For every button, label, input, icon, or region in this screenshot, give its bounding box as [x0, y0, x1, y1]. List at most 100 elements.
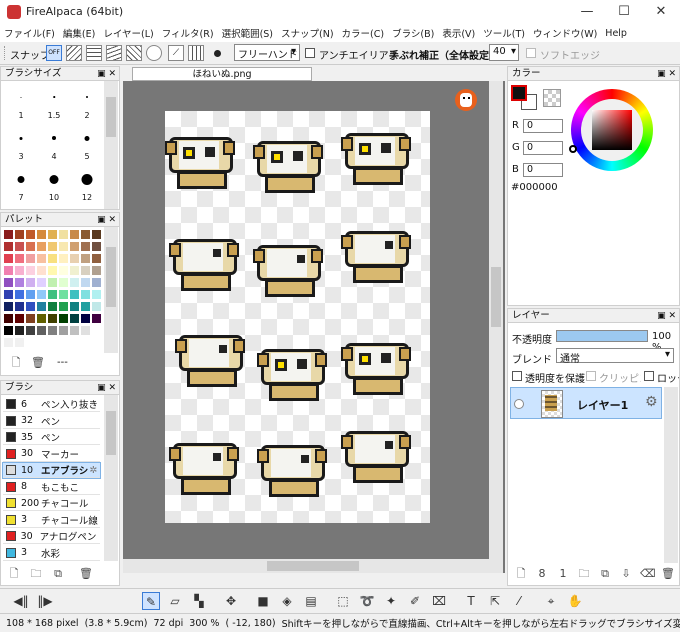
palette-swatch[interactable]	[70, 230, 79, 239]
document-tab[interactable]: ほねいぬ.png	[132, 67, 312, 81]
brush-size-cell[interactable]: 7	[5, 165, 37, 205]
brush-size-cell[interactable]: 1.5	[38, 83, 70, 123]
palette-swatch[interactable]	[92, 230, 101, 239]
menu-item[interactable]: ツール(T)	[479, 26, 529, 40]
palette-swatch[interactable]	[81, 254, 90, 263]
brush-item[interactable]: 8 もこもこ	[3, 480, 100, 495]
palette-swatch[interactable]	[15, 266, 24, 275]
brush-item[interactable]: 35 ペン	[3, 430, 100, 445]
menu-item[interactable]: Help	[601, 28, 631, 39]
panel-float-close-icon[interactable]: ▣ ✕	[97, 213, 116, 227]
mode-dropdown[interactable]: フリーハンド ▾	[234, 44, 300, 61]
menu-item[interactable]: 表示(V)	[438, 26, 479, 40]
palette-swatch[interactable]	[70, 278, 79, 287]
blend-dropdown[interactable]: 通常 ▾	[556, 348, 674, 365]
palette-swatch[interactable]	[48, 278, 57, 287]
palette-swatch[interactable]	[81, 314, 90, 323]
palette-swatch[interactable]	[15, 230, 24, 239]
b-input[interactable]: 0	[523, 163, 563, 177]
palette-swatch[interactable]	[4, 338, 13, 347]
palette-swatch[interactable]	[48, 314, 57, 323]
brush-item[interactable]: 30 アナログペン (	[3, 529, 100, 544]
new-1bit-layer-icon[interactable]: 1	[556, 567, 570, 581]
menu-item[interactable]: スナップ(N)	[277, 26, 338, 40]
palette-swatch[interactable]	[4, 242, 13, 251]
brush-scrollbar[interactable]	[104, 395, 118, 561]
palette-scrollbar[interactable]	[104, 227, 118, 353]
palette-swatch[interactable]	[92, 302, 101, 311]
panel-float-close-icon[interactable]: ▣ ✕	[657, 67, 676, 81]
menu-item[interactable]: ブラシ(B)	[388, 26, 438, 40]
lock-checkbox[interactable]	[644, 371, 654, 381]
dot-tool-icon[interactable]: ▚	[190, 592, 208, 610]
palette-swatch[interactable]	[59, 278, 68, 287]
palette-swatch[interactable]	[26, 278, 35, 287]
duplicate-brush-icon[interactable]: ⧉	[51, 567, 65, 581]
close-button[interactable]: ✕	[650, 2, 672, 22]
palette-swatch[interactable]	[92, 254, 101, 263]
palette-swatch[interactable]	[37, 290, 46, 299]
opacity-slider[interactable]	[556, 330, 648, 342]
palette-swatch[interactable]	[37, 242, 46, 251]
palette-swatch[interactable]	[15, 242, 24, 251]
palette-swatch[interactable]	[92, 266, 101, 275]
palette-swatch[interactable]	[37, 302, 46, 311]
palette-swatch[interactable]	[81, 242, 90, 251]
brush-item[interactable]: 10 エアブラシ ✲	[2, 462, 101, 479]
palette-swatch[interactable]	[48, 254, 57, 263]
palette-swatch[interactable]	[59, 326, 68, 335]
brush-size-cell[interactable]: 12	[71, 165, 103, 205]
palette-swatch[interactable]	[15, 302, 24, 311]
brush-item[interactable]: 200 チャコール	[3, 496, 100, 511]
palette-swatch[interactable]	[92, 326, 101, 335]
hue-marker[interactable]	[569, 145, 577, 153]
layer-scrollbar[interactable]	[664, 387, 678, 563]
trash-icon[interactable]: 🗑	[79, 567, 93, 581]
canvas-horizontal-scrollbar[interactable]	[123, 559, 489, 573]
canvas-vertical-scrollbar[interactable]	[489, 81, 503, 573]
palette-swatch[interactable]	[15, 338, 24, 347]
trash-icon[interactable]: 🗑	[31, 356, 45, 370]
palette-swatch[interactable]	[59, 302, 68, 311]
palette-swatch[interactable]	[48, 302, 57, 311]
palette-swatch[interactable]	[4, 254, 13, 263]
palette-swatch[interactable]	[4, 278, 13, 287]
palette-swatch[interactable]	[48, 266, 57, 275]
palette-swatch[interactable]	[26, 266, 35, 275]
stabilizer-dropdown[interactable]: 40 ▾	[489, 44, 519, 61]
eraser-tool-icon[interactable]: ▱	[166, 592, 184, 610]
snap-radial-icon[interactable]	[106, 45, 122, 61]
palette-swatch[interactable]	[48, 242, 57, 251]
scroll-thumb[interactable]	[267, 561, 359, 571]
palette-swatch[interactable]	[4, 302, 13, 311]
palette-swatch[interactable]	[59, 338, 68, 347]
brush-size-cell[interactable]: 1	[5, 83, 37, 123]
palette-swatch[interactable]	[81, 338, 90, 347]
palette-swatch[interactable]	[59, 242, 68, 251]
add-brush-icon[interactable]: 🗋	[7, 567, 21, 581]
scroll-thumb[interactable]	[106, 411, 116, 455]
palette-swatch[interactable]	[4, 326, 13, 335]
move-tool-icon[interactable]: ✥	[222, 592, 240, 610]
palette-swatch[interactable]	[4, 290, 13, 299]
palette-swatch[interactable]	[81, 278, 90, 287]
gradient-tool-icon[interactable]: ▤	[302, 592, 320, 610]
palette-swatch[interactable]	[4, 314, 13, 323]
scroll-thumb[interactable]	[491, 267, 501, 327]
palette-swatch[interactable]	[92, 290, 101, 299]
magic-wand-icon[interactable]: ✦	[382, 592, 400, 610]
prev-frame-icon[interactable]: ◀‖	[12, 592, 30, 610]
palette-swatch[interactable]	[26, 230, 35, 239]
brush-item[interactable]: 30 マーカー	[3, 447, 100, 462]
hue-wheel[interactable]	[569, 89, 653, 171]
gear-icon[interactable]: ⚙	[645, 394, 658, 410]
palette-swatch[interactable]	[26, 242, 35, 251]
clipping-checkbox[interactable]	[586, 371, 596, 381]
folder-icon[interactable]: 🗀	[29, 567, 43, 581]
bucket-tool-icon[interactable]: ◈	[278, 592, 296, 610]
snap-perspective-icon[interactable]: ⟋	[168, 45, 184, 61]
r-input[interactable]: 0	[523, 119, 563, 133]
menu-item[interactable]: 選択範囲(S)	[218, 26, 277, 40]
merge-down-icon[interactable]: ⇩	[619, 567, 633, 581]
palette-swatch[interactable]	[81, 302, 90, 311]
